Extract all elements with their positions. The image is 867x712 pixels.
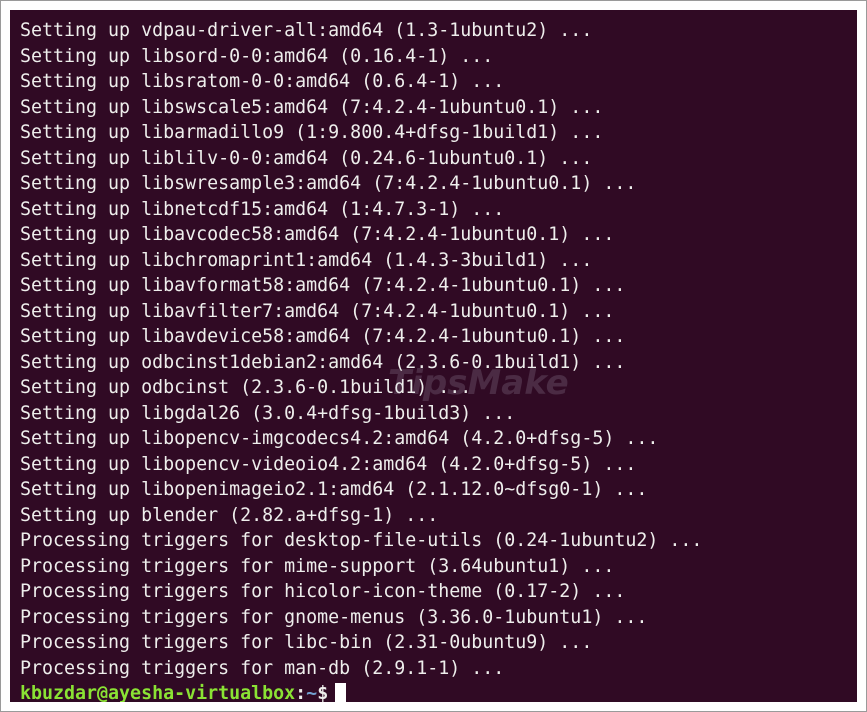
terminal-line: Processing triggers for man-db (2.9.1-1)…	[20, 657, 505, 679]
terminal-line: Processing triggers for desktop-file-uti…	[20, 530, 703, 551]
terminal-line: Setting up blender (2.82.a+dfsg-1) ...	[20, 504, 439, 526]
prompt-separator: :	[295, 683, 307, 702]
terminal-line: Setting up libswscale5:amd64 (7:4.2.4-1u…	[20, 96, 604, 118]
terminal-line: Processing triggers for gnome-menus (3.3…	[20, 606, 648, 628]
terminal-line: Setting up vdpau-driver-all:amd64 (1.3-1…	[20, 20, 593, 41]
terminal-line: Setting up libopencv-imgcodecs4.2:amd64 …	[20, 428, 659, 449]
terminal-window[interactable]: Setting up vdpau-driver-all:amd64 (1.3-1…	[10, 10, 857, 702]
terminal-line: Setting up libopencv-videoio4.2:amd64 (4…	[20, 453, 637, 475]
terminal-line: Setting up libarmadillo9 (1:9.800.4+dfsg…	[20, 122, 604, 143]
prompt-cwd: ~	[306, 683, 318, 702]
terminal-line: Setting up libsratom-0-0:amd64 (0.6.4-1)…	[20, 71, 505, 92]
terminal-line: Setting up libsord-0-0:amd64 (0.16.4-1) …	[20, 45, 494, 67]
screenshot-frame: Setting up vdpau-driver-all:amd64 (1.3-1…	[0, 0, 867, 712]
terminal-output: Setting up vdpau-driver-all:amd64 (1.3-1…	[20, 18, 857, 681]
terminal-line: Setting up libopenimageio2.1:amd64 (2.1.…	[20, 479, 648, 500]
terminal-line: Setting up libavdevice58:amd64 (7:4.2.4-…	[20, 326, 626, 347]
terminal-line: Setting up liblilv-0-0:amd64 (0.24.6-1ub…	[20, 147, 593, 169]
terminal-line: Processing triggers for mime-support (3.…	[20, 555, 615, 577]
terminal-line: Processing triggers for hicolor-icon-the…	[20, 581, 626, 602]
prompt-user-host: kbuzdar@ayesha-virtualbox	[20, 683, 296, 702]
terminal-line: Setting up libswresample3:amd64 (7:4.2.4…	[20, 173, 637, 194]
terminal-line: Processing triggers for libc-bin (2.31-0…	[20, 632, 593, 653]
terminal-line: Setting up libgdal26 (3.0.4+dfsg-1build3…	[20, 402, 516, 424]
text-cursor	[335, 683, 347, 702]
terminal-line: Setting up libnetcdf15:amd64 (1:4.7.3-1)…	[20, 198, 505, 220]
terminal-line: Setting up libchromaprint1:amd64 (1.4.3-…	[20, 249, 593, 271]
terminal-line: Setting up libavcodec58:amd64 (7:4.2.4-1…	[20, 224, 615, 245]
terminal-line: Setting up libavformat58:amd64 (7:4.2.4-…	[20, 275, 626, 296]
prompt-symbol: $	[317, 683, 329, 702]
terminal-line: Setting up odbcinst1debian2:amd64 (2.3.6…	[20, 351, 626, 373]
terminal-line: Setting up odbcinst (2.3.6-0.1build1) ..…	[20, 377, 472, 398]
terminal-line: Setting up libavfilter7:amd64 (7:4.2.4-1…	[20, 300, 615, 322]
shell-prompt[interactable]: kbuzdar@ayesha-virtualbox: ~ $	[20, 681, 857, 702]
